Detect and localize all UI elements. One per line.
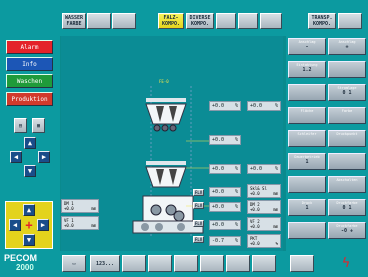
value-field-2[interactable]: +0.0% — [247, 101, 281, 111]
right-panel-cell[interactable]: Stromlage 0 1 — [328, 84, 366, 101]
top-button-transp-kompo[interactable]: TRANSP. KOMPO. — [308, 13, 336, 29]
page-icon-right[interactable]: ▦ — [32, 118, 45, 133]
value-field-1[interactable]: +0.0% — [209, 101, 241, 111]
folder-diagram: FE-0 +0.0% +0.0% +0.0% +0.0% +0.0% FLV +… — [61, 36, 283, 251]
counter-button[interactable]: 123... — [90, 255, 120, 272]
pkt-field[interactable]: PKT +0.0% — [247, 234, 281, 248]
center-cross-icon[interactable]: + — [23, 219, 35, 231]
flv-button-2[interactable]: FLV — [193, 202, 204, 209]
right-panel-cell[interactable]: Druckfarbe 0 1 — [328, 199, 366, 216]
keyboard-icon[interactable]: ▭ — [62, 255, 86, 272]
value-field-6[interactable]: +0.0% — [209, 187, 241, 197]
bottom-button-7[interactable] — [226, 255, 250, 272]
right-panel-cell-value: 0 1 — [342, 90, 352, 96]
arrow-down-icon[interactable]: ▼ — [24, 165, 36, 177]
right-panel-cell-value: 0 1 — [342, 205, 352, 211]
flv-button-4[interactable]: FLV — [193, 236, 204, 243]
flv-button-1[interactable]: FLV — [193, 189, 204, 196]
right-panel-cell-value: 1 — [305, 205, 309, 211]
arrow-left-icon[interactable]: ◀ — [10, 151, 22, 163]
value-field-7[interactable]: +0.0% — [209, 202, 241, 212]
right-panel-cell-value: -0 + — [340, 228, 354, 234]
right-panel-cell-title: Abschalten — [336, 178, 358, 182]
right-panel-cell[interactable] — [328, 61, 366, 78]
left-panel: Alarm Info Waschen Produktion ▤ ▦ ▲ ◀ ▶ … — [0, 36, 60, 251]
right-panel-cell[interactable]: Schleifer — [288, 130, 326, 147]
value-field-3[interactable]: +0.0% — [209, 135, 241, 145]
bottom-button-4[interactable] — [148, 255, 172, 272]
value-field-4[interactable]: +0.0% — [209, 164, 241, 174]
lightning-icon[interactable]: ϟ — [338, 256, 354, 272]
top-button-8[interactable] — [260, 13, 282, 29]
flv-button-3[interactable]: FLV — [193, 220, 204, 227]
value-field-8[interactable]: +0.0% — [209, 220, 241, 230]
produktion-button[interactable]: Produktion — [6, 92, 53, 106]
bottom-button-9[interactable] — [290, 255, 314, 272]
arrow-up-icon[interactable]: ▲ — [24, 137, 36, 149]
top-toolbar: WASSER FARBE FALZ- KOMPO. DIVERSE KOMPO.… — [0, 0, 368, 36]
right-panel-cell-value: + — [345, 44, 349, 50]
right-panel-cell[interactable]: Druckfarbe -0 + — [328, 222, 366, 239]
adjust-down-icon[interactable]: ▼ — [23, 234, 35, 246]
top-button-6[interactable] — [216, 13, 236, 29]
right-panel-cell[interactable]: Abschalten — [328, 176, 366, 193]
bottom-button-6[interactable] — [200, 255, 224, 272]
right-panel-cell-value: - — [305, 44, 309, 50]
waschen-button[interactable]: Waschen — [6, 74, 53, 88]
value-field-5[interactable]: +0.0% — [247, 164, 281, 174]
bottom-button-3[interactable] — [122, 255, 146, 272]
right-panel-cell-title: Druckpunkt — [336, 132, 358, 136]
right-panel-cell-title: Fläche — [300, 109, 314, 113]
top-button-3[interactable] — [112, 13, 136, 29]
top-button-falz-kompo[interactable]: FALZ- KOMPO. — [158, 13, 184, 29]
arrow-right-icon[interactable]: ▶ — [38, 151, 50, 163]
top-button-2[interactable] — [87, 13, 111, 29]
top-button-10[interactable] — [338, 13, 362, 29]
adjust-right-icon[interactable]: ▶ — [37, 219, 49, 231]
alarm-button[interactable]: Alarm — [6, 40, 53, 54]
right-panel: Anschlag - Anschlag + Eintaktung 1.2 Stromlage… — [286, 36, 368, 251]
bottom-bar: PECOM 2000 ▭ 123... ϟ — [0, 251, 368, 277]
bottom-button-8[interactable] — [252, 255, 276, 272]
adjust-up-icon[interactable]: ▲ — [23, 204, 35, 216]
pecom-logo: PECOM 2000 — [4, 253, 38, 272]
right-panel-cell-value: 1 — [305, 159, 309, 165]
bottom-button-5[interactable] — [174, 255, 198, 272]
skl-field[interactable]: Skl& Sl +0.0 mm — [247, 184, 281, 198]
dm2-field[interactable]: DM 2 +0.0 mm — [247, 200, 281, 214]
info-button[interactable]: Info — [6, 57, 53, 71]
right-panel-cell[interactable]: Anschlag - — [288, 38, 326, 55]
dm1-field[interactable]: DM 1 +0.0 mm — [61, 199, 99, 213]
right-panel-cell[interactable] — [288, 222, 326, 239]
right-panel-cell-title: Farbe — [341, 109, 353, 113]
right-panel-cell[interactable] — [328, 153, 366, 170]
right-panel-cell[interactable]: Farbe — [328, 107, 366, 124]
value-field-9[interactable]: -0.7% — [209, 236, 241, 246]
adjust-left-icon[interactable]: ◀ — [9, 219, 21, 231]
top-button-wasser-farbe[interactable]: WASSER FARBE — [62, 13, 86, 29]
right-panel-cell-title: Schleifer — [297, 132, 317, 136]
right-panel-cell[interactable]: Eintaktung 1.2 — [288, 61, 326, 78]
right-panel-cell[interactable]: Fläche — [288, 107, 326, 124]
top-button-7[interactable] — [238, 13, 258, 29]
vf1-field[interactable]: VF 1 +0.0 mm — [61, 216, 99, 230]
top-button-diverse-kompo[interactable]: DIVERSE KOMPO. — [186, 13, 214, 29]
right-panel-cell-value: 1.2 — [302, 67, 312, 73]
right-panel-cell[interactable] — [288, 176, 326, 193]
right-panel-cell[interactable]: Druck 1 — [288, 199, 326, 216]
right-panel-cell[interactable]: Dauerbetrieb 1 — [288, 153, 326, 170]
adjust-pad: ▲ ◀ + ▶ ▼ — [5, 201, 53, 249]
right-panel-cell[interactable]: Anschlag + — [328, 38, 366, 55]
vf2-field[interactable]: VF 2 +0.0 mm — [247, 217, 281, 231]
top-label: FE-0 — [159, 79, 169, 84]
page-icon-left[interactable]: ▤ — [14, 118, 27, 133]
right-panel-cell[interactable] — [288, 84, 326, 101]
right-panel-cell[interactable]: Druckpunkt — [328, 130, 366, 147]
